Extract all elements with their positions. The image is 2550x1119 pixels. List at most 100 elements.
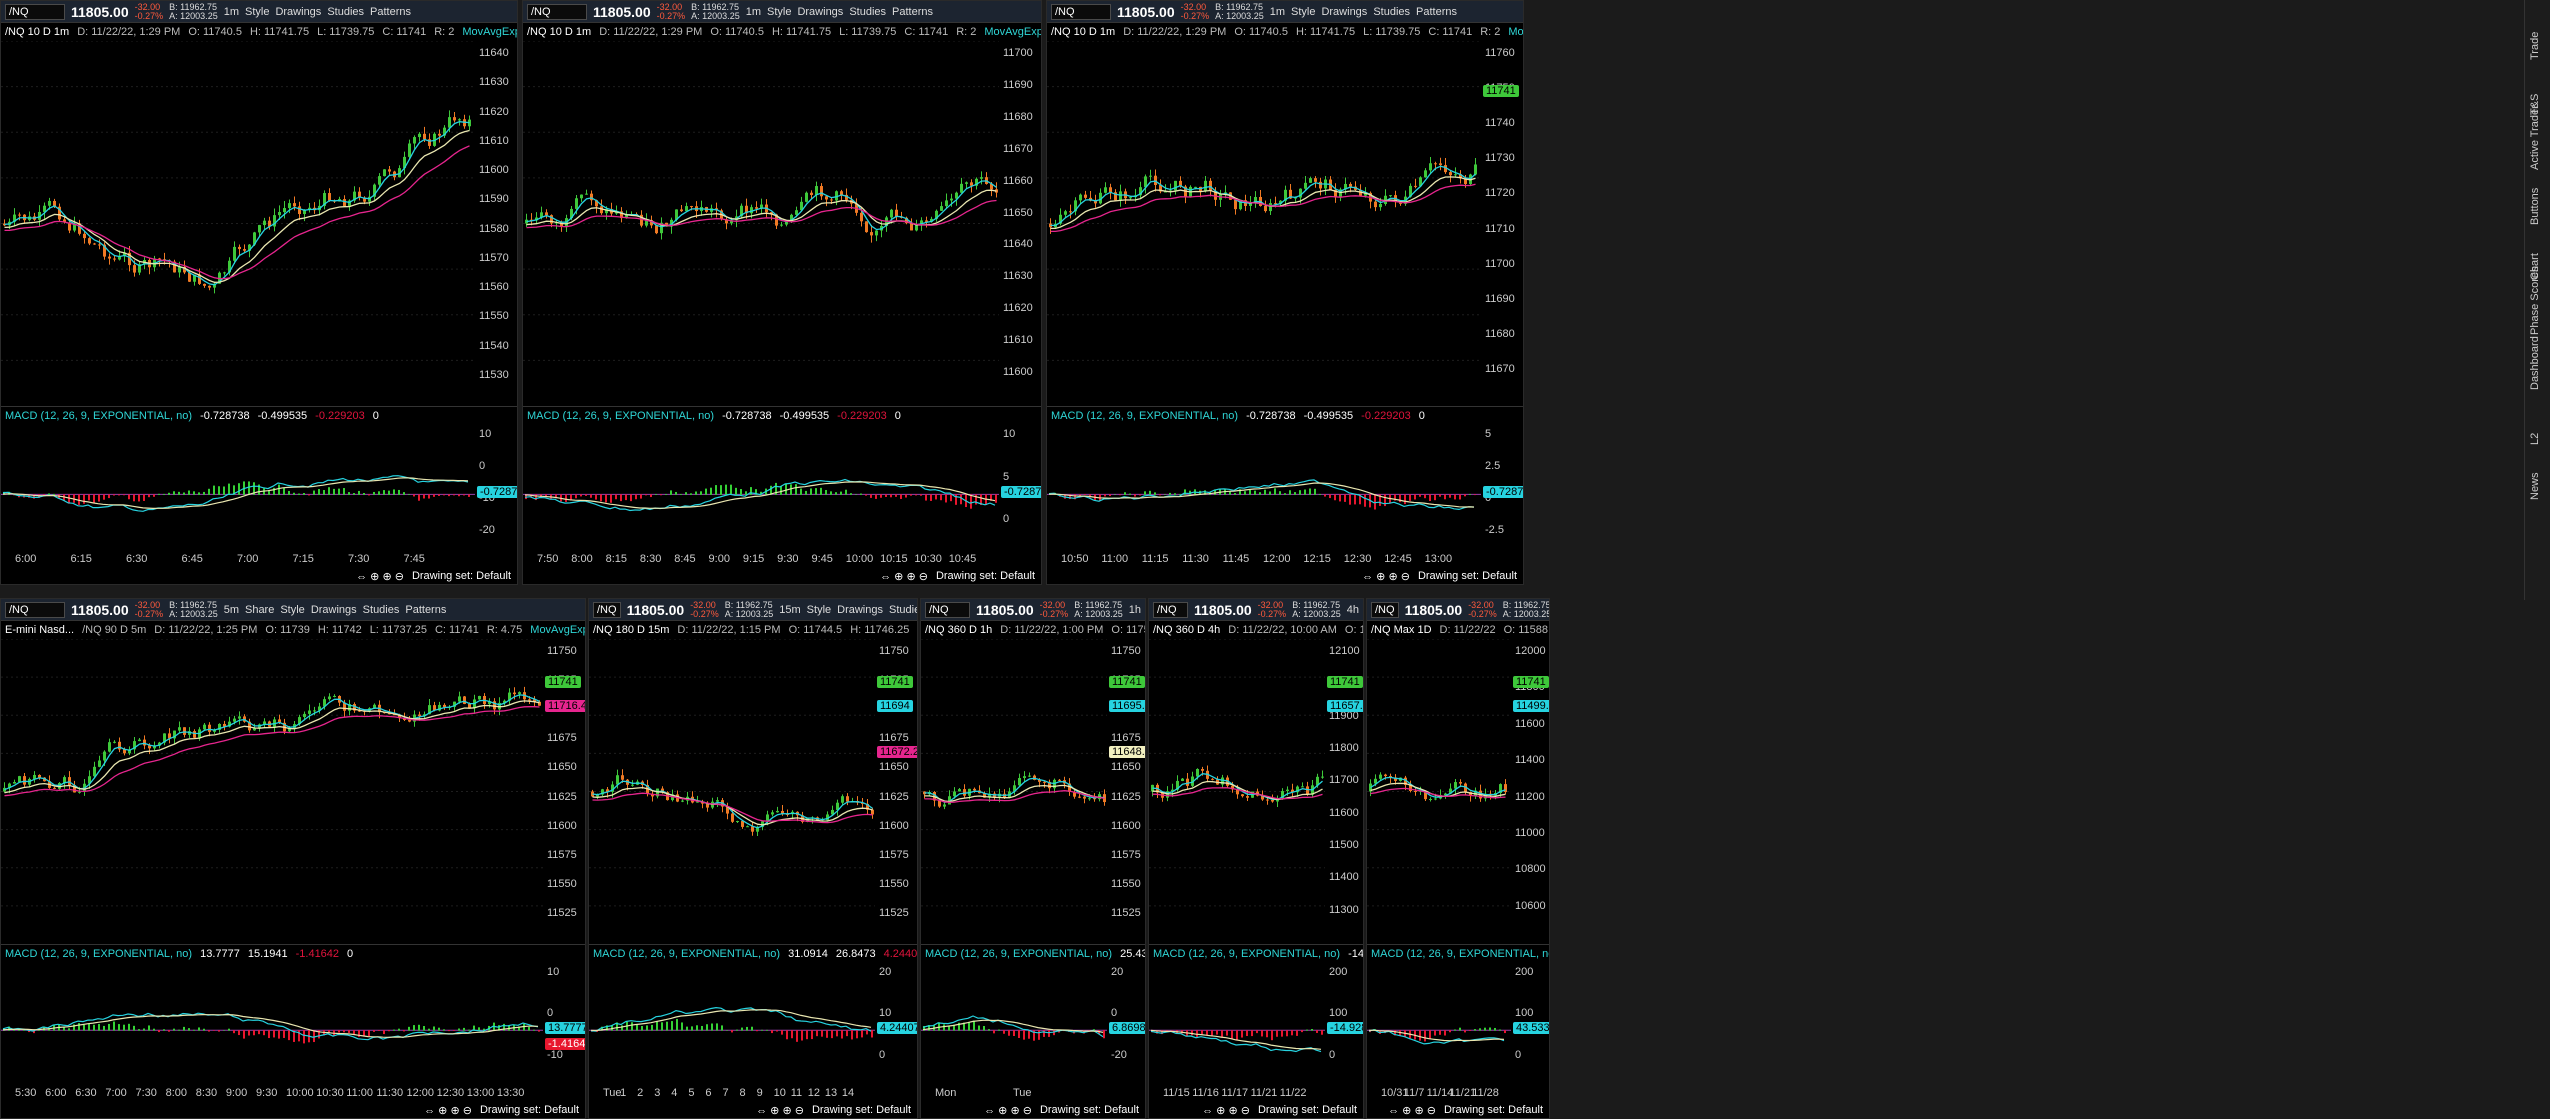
side-tab-buttons[interactable]: Buttons (2529, 188, 2541, 225)
price-chart[interactable] (523, 41, 999, 406)
timeframe-button[interactable]: 1m (746, 6, 761, 18)
studies-button[interactable]: Studies (363, 604, 400, 616)
macd-chart[interactable] (921, 962, 1107, 1086)
drawings-button[interactable]: Drawings (797, 6, 843, 18)
timeframe-button[interactable]: 4h (1347, 604, 1359, 616)
study-label[interactable]: MovAvgExponential (CLOSE, 7, 0, no) (530, 624, 585, 636)
study-label[interactable]: MovAvgExponential (CLOSE, 7, 0, no) (462, 26, 517, 38)
macd-study-label[interactable]: MACD (12, 26, 9, EXPONENTIAL, no)101.098 (1367, 944, 1549, 962)
zoom-controls[interactable]: ⇔ ⊕ ⊕ ⊖ (880, 570, 928, 583)
drawings-button[interactable]: Drawings (837, 604, 883, 616)
chart-panel-2[interactable]: /NQ 11805.00 -32.00 -0.27% B: 11962.75 A: 120… (522, 0, 1042, 585)
drawing-set-label[interactable]: Drawing set: Default (1444, 1104, 1543, 1116)
zoom-controls[interactable]: ⇔ ⊕ ⊕ ⊖ (356, 570, 404, 583)
macd-study-label[interactable]: MACD (12, 26, 9, EXPONENTIAL, no) -0.7287… (523, 406, 1041, 424)
zoom-controls[interactable]: ⇔ ⊕ ⊕ ⊖ (1202, 1104, 1250, 1117)
timeframe-button[interactable]: 5m (224, 604, 239, 616)
side-tab-trade[interactable]: Trade (2529, 32, 2541, 60)
drawing-set-label[interactable]: Drawing set: Default (412, 570, 511, 582)
symbol-input[interactable]: /NQ (5, 3, 65, 20)
macd-study-label[interactable]: MACD (12, 26, 9, EXPONENTIAL, no) -0.7287… (1, 406, 517, 424)
price-chart[interactable] (1047, 41, 1481, 406)
studies-button[interactable]: Studies (327, 6, 364, 18)
symbol-input[interactable]: /NQ (925, 601, 971, 618)
chart-panel-1[interactable]: /NQ 11805.00 -32.00 -0.27% B: 11962.75 A: 120… (0, 0, 518, 585)
net-change-percent: -0.27% (690, 608, 719, 619)
chart-panel-3[interactable]: /NQ 11805.00 -32.00 -0.27% B: 11962.75 A: 120… (1046, 0, 1524, 585)
study-label[interactable]: MovAvgExponential (CLOSE, 7, 0, no) (1508, 26, 1523, 38)
price-chart[interactable] (921, 639, 1107, 944)
studies-button[interactable]: Studies (1373, 6, 1410, 18)
style-button[interactable]: Style (1291, 6, 1315, 18)
drawing-set-label[interactable]: Drawing set: Default (480, 1104, 579, 1116)
patterns-button[interactable]: Patterns (370, 6, 411, 18)
drawings-button[interactable]: Drawings (311, 604, 357, 616)
chart-panel-5[interactable]: /NQ 11805.00 -32.00 -0.27% B: 11962.75 A: 120… (588, 598, 918, 1119)
price-chart[interactable] (1, 639, 543, 944)
side-tab-news[interactable]: News (2529, 472, 2541, 500)
timeframe-button[interactable]: 1m (1270, 6, 1285, 18)
style-button[interactable]: Style (767, 6, 791, 18)
zoom-controls[interactable]: ⇔ ⊕ ⊕ ⊖ (1362, 570, 1410, 583)
symbol-input[interactable]: /NQ (1153, 601, 1189, 618)
macd-chart[interactable] (1, 424, 475, 552)
studies-button[interactable]: Studies (849, 6, 886, 18)
macd-study-label[interactable]: MACD (12, 26, 9, EXPONENTIAL, no) -14.928 (1149, 944, 1363, 962)
price-chart[interactable] (1, 41, 475, 406)
share-button[interactable]: Share (245, 604, 274, 616)
studies-button[interactable]: Studies (889, 604, 917, 616)
macd-study-label[interactable]: MACD (12, 26, 9, EXPONENTIAL, no) -0.7287… (1047, 406, 1523, 424)
time-axis-label: 8:45 (674, 553, 696, 565)
zoom-controls[interactable]: ⇔ ⊕ ⊕ ⊖ (1388, 1104, 1436, 1117)
macd-histogram-bar (625, 494, 627, 501)
macd-chart[interactable] (1047, 424, 1481, 552)
style-button[interactable]: Style (280, 604, 304, 616)
symbol-input[interactable]: /NQ (1371, 601, 1399, 618)
candle-body (1424, 170, 1427, 178)
chart-panel-7[interactable]: /NQ 11805.00 -32.00 -0.27% B: 11962.75 A: 120… (1148, 598, 1364, 1119)
patterns-button[interactable]: Patterns (405, 604, 446, 616)
symbol-input[interactable]: /NQ (5, 601, 65, 618)
side-tab-dashboard[interactable]: Dashboard (2529, 336, 2541, 390)
style-button[interactable]: Style (807, 604, 831, 616)
patterns-button[interactable]: Patterns (892, 6, 933, 18)
price-chart[interactable] (1367, 639, 1511, 944)
macd-chart[interactable] (523, 424, 999, 552)
symbol-input[interactable]: /NQ (527, 3, 587, 20)
candle-body (1129, 197, 1132, 199)
drawing-set-label[interactable]: Drawing set: Default (936, 570, 1035, 582)
timeframe-button[interactable]: 1m (224, 6, 239, 18)
symbol-input[interactable]: /NQ (593, 601, 621, 618)
drawing-set-label[interactable]: Drawing set: Default (1040, 1104, 1139, 1116)
chart-panel-6[interactable]: /NQ 11805.00 -32.00 -0.27% B: 11962.75 A: 120… (920, 598, 1146, 1119)
drawing-set-label[interactable]: Drawing set: Default (812, 1104, 911, 1116)
drawings-button[interactable]: Drawings (275, 6, 321, 18)
timeframe-button[interactable]: 1h (1129, 604, 1141, 616)
macd-chart[interactable] (589, 962, 875, 1086)
style-button[interactable]: Style (245, 6, 269, 18)
drawing-set-label[interactable]: Drawing set: Default (1418, 570, 1517, 582)
macd-chart[interactable] (1367, 962, 1511, 1086)
side-tab-phase-scores[interactable]: Phase Scores (2529, 267, 2541, 335)
side-tab-l2[interactable]: L2 (2529, 433, 2541, 445)
chart-panel-4[interactable]: /NQ 11805.00 -32.00 -0.27% B: 11962.75 A: 120… (0, 598, 586, 1119)
macd-study-label[interactable]: MACD (12, 26, 9, EXPONENTIAL, no) 31.0914… (589, 944, 917, 962)
patterns-button[interactable]: Patterns (1416, 6, 1457, 18)
macd-histogram-bar (1459, 494, 1461, 500)
timeframe-button[interactable]: 15m (779, 604, 800, 616)
zoom-controls[interactable]: ⇔ ⊕ ⊕ ⊖ (756, 1104, 804, 1117)
symbol-input[interactable]: /NQ (1051, 3, 1111, 20)
price-chart[interactable] (589, 639, 875, 944)
macd-chart[interactable] (1149, 962, 1325, 1086)
chart-panel-8[interactable]: /NQ 11805.00 -32.00 -0.27% B: 11962.75 A: 120… (1366, 598, 1550, 1119)
drawings-button[interactable]: Drawings (1321, 6, 1367, 18)
price-chart[interactable] (1149, 639, 1325, 944)
macd-study-label[interactable]: MACD (12, 26, 9, EXPONENTIAL, no) 25.4323… (921, 944, 1145, 962)
study-label[interactable]: MovAvgExponential (CLOSE, 7, 0, no) (984, 26, 1041, 38)
side-tab-active-trader[interactable]: Active Trader (2529, 105, 2541, 170)
zoom-controls[interactable]: ⇔ ⊕ ⊕ ⊖ (984, 1104, 1032, 1117)
zoom-controls[interactable]: ⇔ ⊕ ⊕ ⊖ (424, 1104, 472, 1117)
drawing-set-label[interactable]: Drawing set: Default (1258, 1104, 1357, 1116)
macd-study-label[interactable]: MACD (12, 26, 9, EXPONENTIAL, no) 13.7777… (1, 944, 585, 962)
macd-chart[interactable] (1, 962, 543, 1086)
